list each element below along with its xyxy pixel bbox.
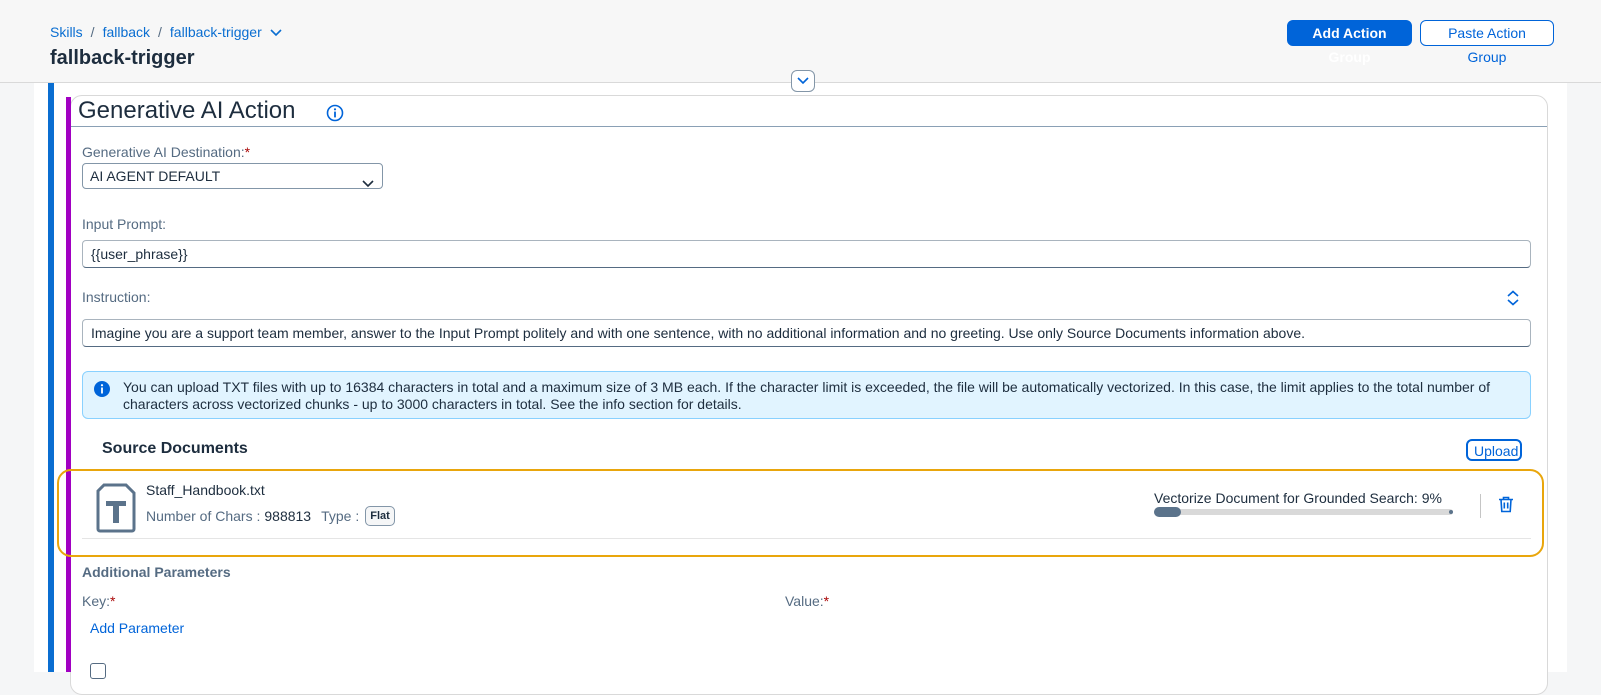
- collapse-header-button[interactable]: [791, 70, 815, 92]
- destination-value: AI AGENT DEFAULT: [90, 168, 221, 184]
- text-file-icon: [96, 483, 136, 538]
- progress-end-marker: [1449, 510, 1453, 514]
- destination-label: Generative AI Destination:*: [82, 144, 251, 160]
- expand-collapse-icon[interactable]: [1506, 290, 1520, 311]
- chars-label: Number of Chars :: [146, 508, 261, 524]
- type-badge: Flat: [365, 506, 395, 526]
- value-label: Value:*: [785, 593, 830, 609]
- info-message-strip: You can upload TXT files with up to 1638…: [82, 371, 1531, 419]
- page-title: fallback-trigger: [50, 47, 195, 69]
- document-meta: Number of Chars : 988813 Type : Flat: [146, 506, 395, 526]
- paste-action-group-button[interactable]: Paste Action Group: [1420, 20, 1554, 65]
- required-mark: *: [244, 144, 251, 160]
- divider: [1480, 494, 1481, 518]
- delete-icon[interactable]: [1498, 496, 1514, 518]
- action-indicator-bar: [66, 97, 71, 672]
- chevron-down-icon: [362, 171, 374, 195]
- progress-fill: [1154, 507, 1181, 517]
- vectorize-label: Vectorize Document for Grounded Search: …: [1154, 490, 1442, 506]
- flow-indicator-bar: [48, 83, 54, 672]
- checkbox[interactable]: [90, 663, 106, 679]
- instruction-field[interactable]: Imagine you are a support team member, a…: [82, 319, 1531, 347]
- upload-button[interactable]: Upload: [1466, 439, 1522, 461]
- breadcrumb-skills[interactable]: Skills: [50, 24, 83, 40]
- type-label: Type :: [321, 508, 360, 524]
- input-prompt-label: Input Prompt:: [82, 216, 167, 232]
- add-action-group-button[interactable]: Add Action Group: [1287, 20, 1412, 65]
- instruction-label: Instruction:: [82, 289, 151, 305]
- title-divider: [71, 126, 1547, 127]
- document-name: Staff_Handbook.txt: [146, 482, 265, 498]
- info-icon: [93, 380, 111, 403]
- breadcrumb-fallback-trigger[interactable]: fallback-trigger: [170, 24, 262, 40]
- add-parameter-link[interactable]: Add Parameter: [90, 620, 184, 636]
- info-icon[interactable]: [326, 104, 344, 127]
- chars-value: 988813: [264, 508, 312, 524]
- info-message-text: You can upload TXT files with up to 1638…: [123, 379, 1490, 412]
- divider: [82, 538, 1531, 539]
- vectorize-progress-bar: [1154, 507, 1453, 517]
- breadcrumb: Skills / fallback / fallback-trigger: [50, 24, 282, 40]
- chevron-down-icon: [797, 77, 809, 85]
- key-label: Key:*: [82, 593, 116, 609]
- breadcrumb-separator: /: [158, 24, 162, 40]
- required-mark: *: [110, 593, 116, 609]
- destination-select[interactable]: AI AGENT DEFAULT: [82, 163, 383, 189]
- additional-parameters-title: Additional Parameters: [82, 564, 231, 580]
- required-mark: *: [823, 593, 830, 609]
- breadcrumb-fallback[interactable]: fallback: [103, 24, 150, 40]
- breadcrumb-separator: /: [90, 24, 95, 40]
- input-prompt-field[interactable]: {{user_phrase}}: [82, 240, 1531, 268]
- source-documents-title: Source Documents: [102, 440, 248, 457]
- chevron-down-icon[interactable]: [270, 24, 282, 40]
- action-title: Generative AI Action: [78, 97, 296, 124]
